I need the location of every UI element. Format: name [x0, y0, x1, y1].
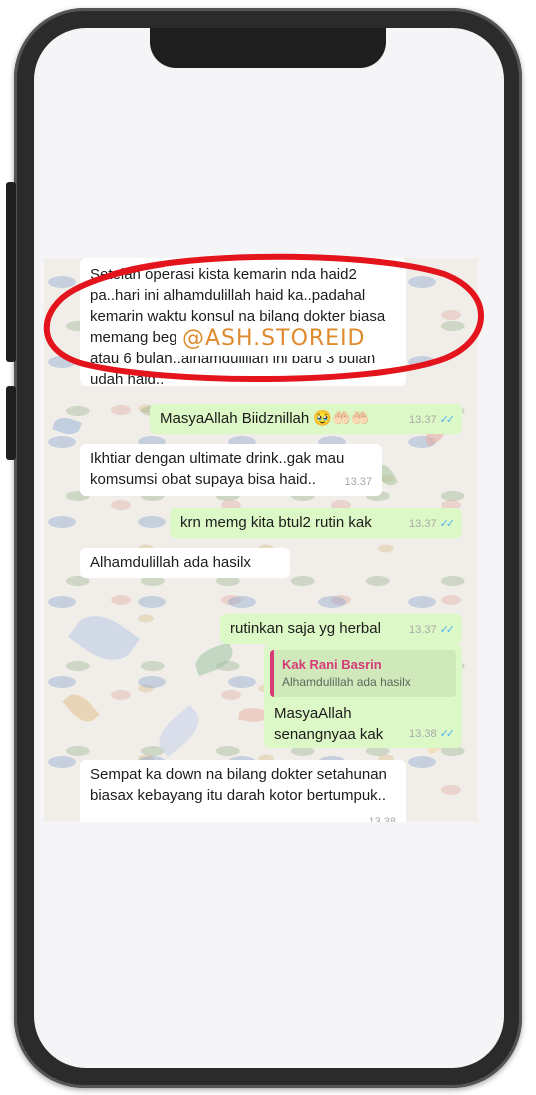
message-time: 13.37 ✓✓	[409, 414, 456, 426]
message-time: 13.37 ✓✓	[409, 624, 456, 636]
phone-volume-button	[6, 386, 16, 460]
wallpaper-leaf	[151, 704, 207, 758]
phone-notch	[150, 28, 386, 68]
wallpaper-leaf	[67, 604, 141, 672]
message-bubble-incoming[interactable]: Sempat ka down na bilang dokter setahuna…	[80, 760, 406, 822]
read-ticks-icon: ✓✓	[439, 728, 456, 740]
message-bubble-outgoing[interactable]: MasyaAllah Biidznillah 🥹🤲🏻🤲🏻 13.37 ✓✓	[150, 404, 462, 434]
wallpaper-leaf	[191, 641, 237, 677]
read-ticks-icon: ✓✓	[439, 414, 456, 426]
watermark-label: @ASH.STOREID	[176, 322, 372, 356]
quoted-text: Alhamdulillah ada hasilx	[282, 675, 411, 689]
message-text: MasyaAllah Biidznillah 🥹🤲🏻🤲🏻	[160, 410, 370, 427]
read-ticks-icon: ✓✓	[439, 624, 456, 636]
quoted-message[interactable]: Kak Rani Basrin Alhamdulillah ada hasilx	[270, 650, 456, 697]
wallpaper-leaf	[52, 414, 82, 438]
wallpaper-leaf	[62, 688, 100, 728]
phone-silent-switch	[6, 182, 16, 362]
message-text: Sempat ka down na bilang dokter setahuna…	[90, 766, 387, 804]
message-time: 13.37 ✓✓	[409, 518, 456, 530]
message-text: krn memg kita btul2 rutin kak	[180, 514, 372, 531]
message-bubble-outgoing-reply[interactable]: Kak Rani Basrin Alhamdulillah ada hasilx…	[264, 644, 462, 748]
message-text: rutinkan saja yg herbal	[230, 620, 381, 637]
quoted-sender-name: Kak Rani Basrin	[282, 657, 382, 672]
message-bubble-incoming[interactable]: Ikhtiar dengan ultimate drink..gak mau k…	[80, 444, 382, 496]
message-bubble-incoming[interactable]: Alhamdulillah ada hasilx	[80, 548, 290, 578]
message-text: Ikhtiar dengan ultimate drink..gak mau k…	[90, 450, 345, 488]
message-time: 13.38	[368, 816, 396, 822]
read-ticks-icon: ✓✓	[439, 518, 456, 530]
message-time: 13.37	[344, 476, 372, 488]
message-time: 13.38 ✓✓	[409, 728, 456, 740]
message-text: MasyaAllah senangnyaa kak	[274, 705, 384, 743]
message-bubble-outgoing[interactable]: krn memg kita btul2 rutin kak 13.37 ✓✓	[170, 508, 462, 538]
message-bubble-outgoing[interactable]: rutinkan saja yg herbal 13.37 ✓✓	[220, 614, 462, 644]
message-text: Alhamdulillah ada hasilx	[90, 554, 251, 571]
